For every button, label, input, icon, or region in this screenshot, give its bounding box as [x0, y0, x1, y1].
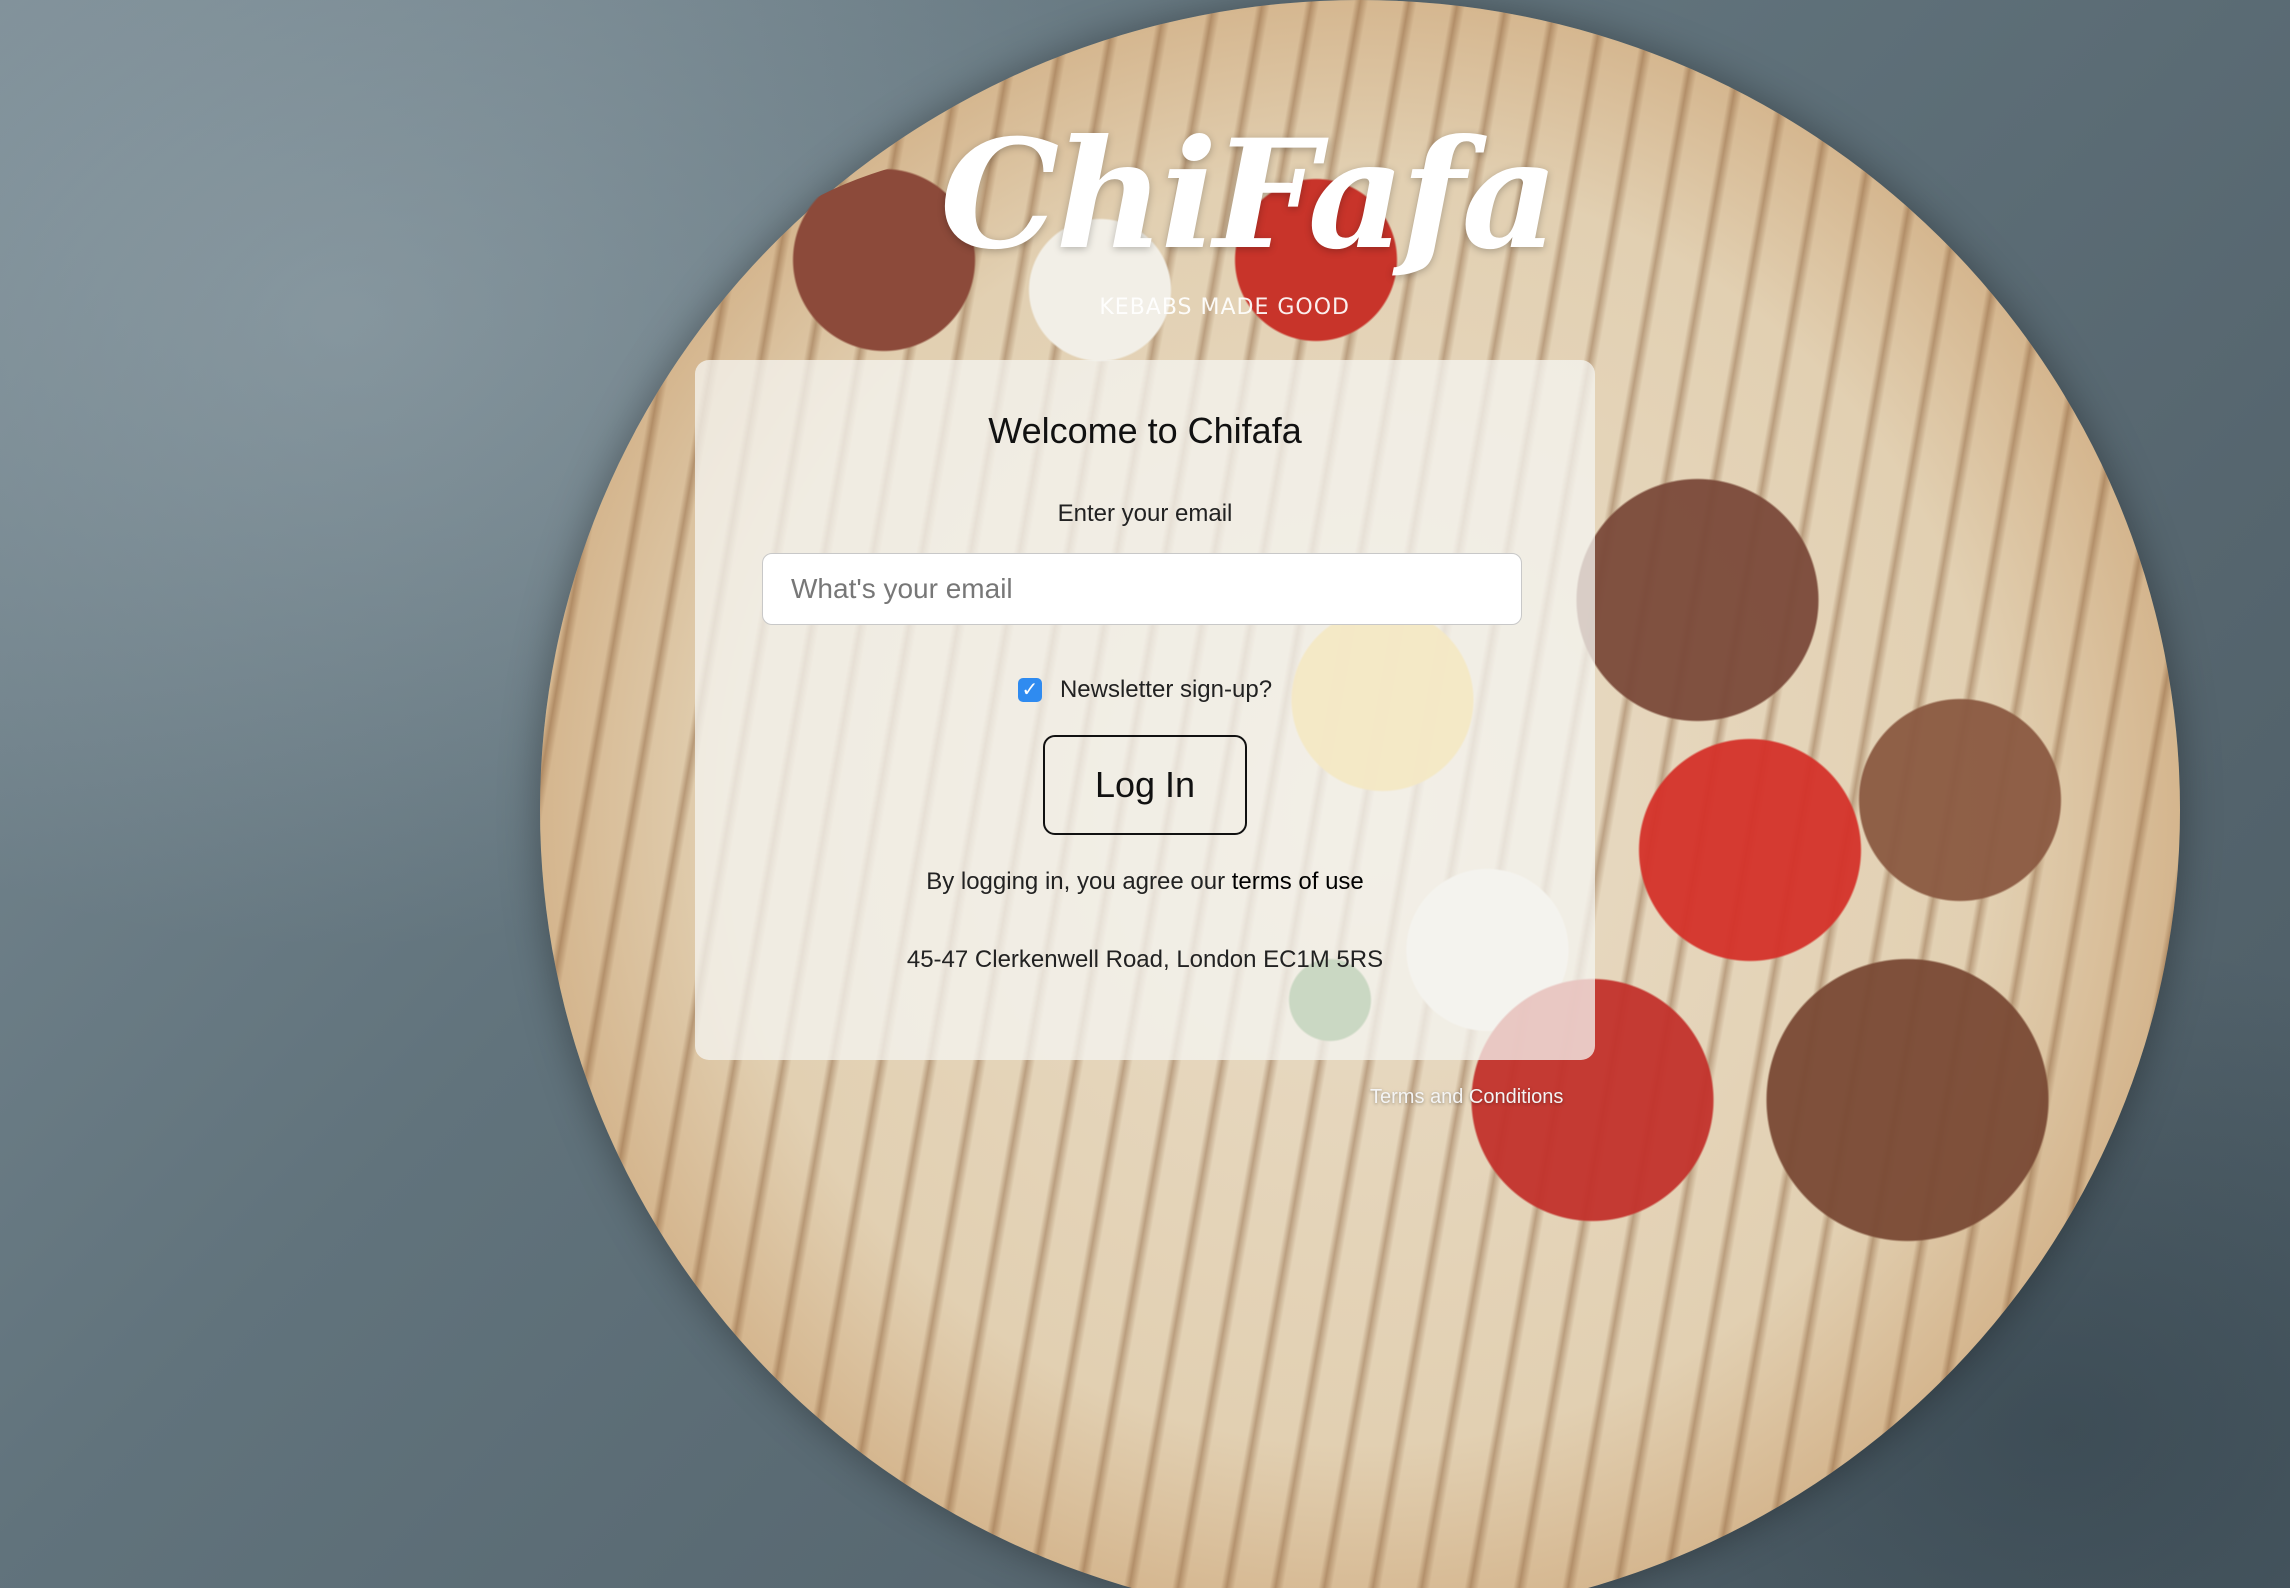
page-title: Welcome to Chifafa: [988, 410, 1302, 451]
newsletter-checkbox[interactable]: ✓: [1017, 678, 1042, 702]
newsletter-label[interactable]: Newsletter sign-up?: [1060, 676, 1272, 704]
logo-tagline: KEBABS MADE GOOD: [1099, 295, 1350, 320]
logo-wordmark: ChiFafa: [940, 107, 1559, 283]
terms-prefix: By logging in, you agree our: [926, 868, 1232, 895]
email-label: Enter your email: [1057, 500, 1233, 527]
email-field[interactable]: [762, 553, 1522, 625]
checkmark-icon: ✓: [1021, 679, 1039, 701]
store-address: 45-47 Clerkenwell Road, London EC1M 5RS: [906, 946, 1384, 973]
login-button[interactable]: Log In: [1043, 735, 1247, 835]
login-card: Welcome to Chifafa Enter your email ✓ Ne…: [695, 360, 1595, 1060]
terms-notice: By logging in, you agree our terms of us…: [695, 868, 1595, 896]
terms-of-use-link[interactable]: terms of use: [1232, 868, 1364, 895]
newsletter-signup: ✓ Newsletter sign-up?: [695, 670, 1595, 710]
terms-and-conditions-link[interactable]: Terms and Conditions: [1370, 1086, 1563, 1109]
brand-logo: ChiFafa KEBABS MADE GOOD: [940, 107, 1559, 330]
